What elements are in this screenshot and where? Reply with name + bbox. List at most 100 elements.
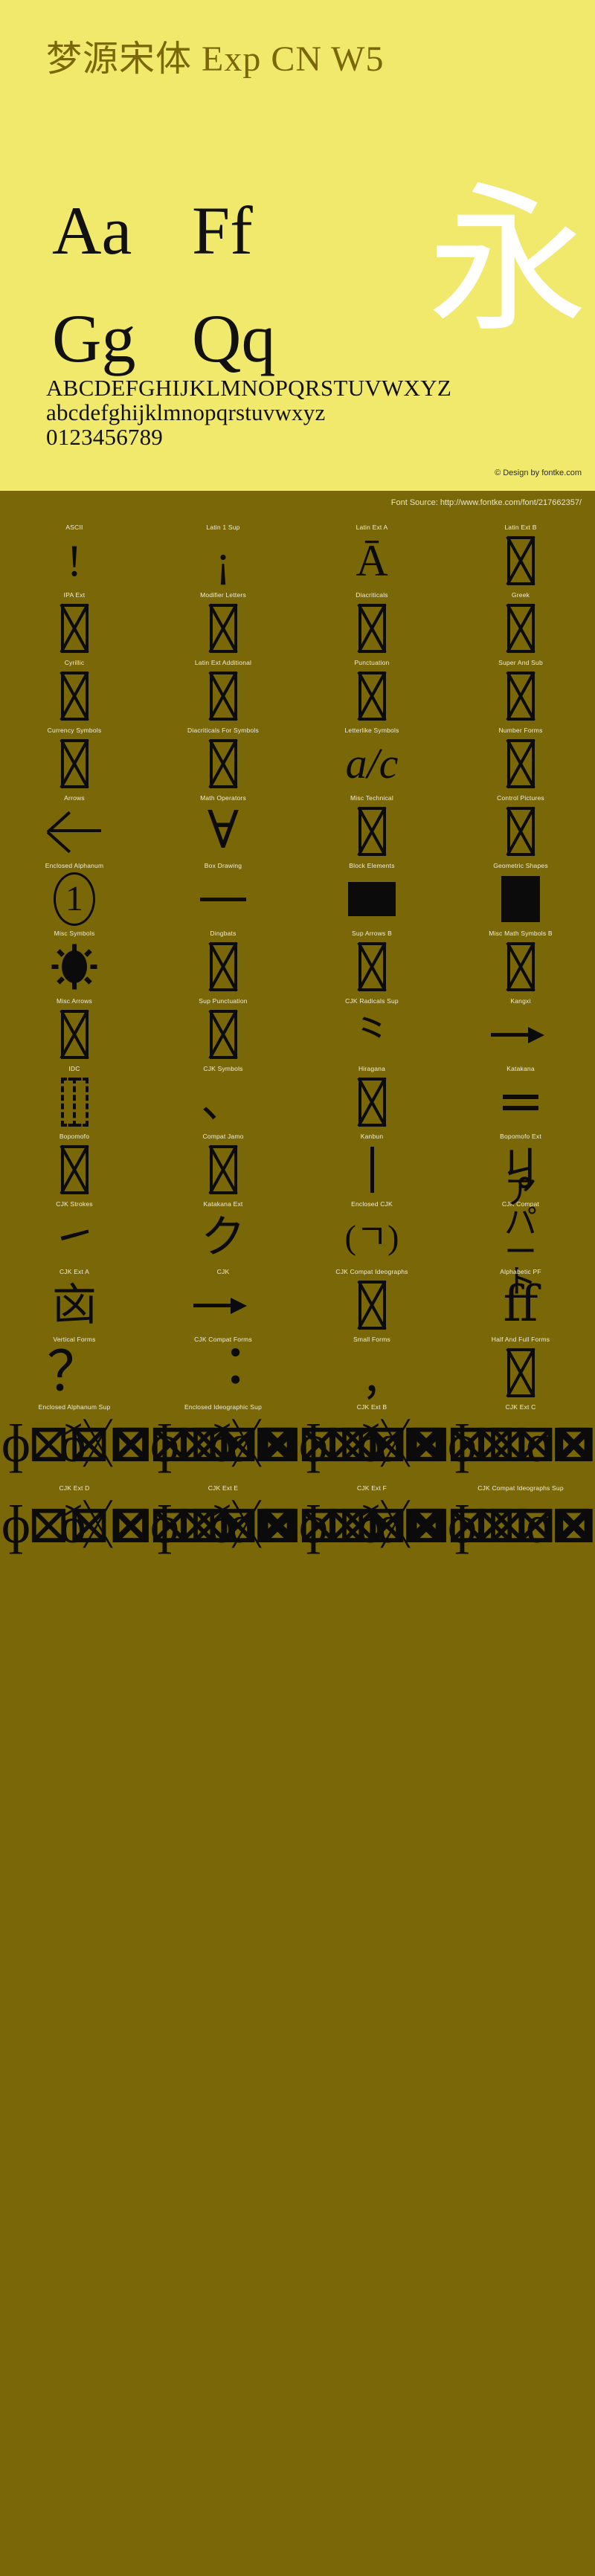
unicode-block-cell[interactable]: Latin Ext A Ā [298, 522, 446, 590]
unicode-block-cell[interactable]: CJK Compat Ideographs Sup ðᚷ⊠ɸ⊠⊠⊠⊠⊠ɑ⊠ [357, 1483, 595, 1564]
unicode-block-cell[interactable]: Misc Math Symbols B [446, 928, 595, 996]
unicode-block-cell[interactable]: Diacriticals [298, 590, 446, 657]
unicode-block-label: Enclosed CJK [351, 1200, 393, 1208]
block-sample-glyph [446, 532, 595, 590]
unicode-block-cell[interactable]: Greek [446, 590, 595, 657]
unicode-block-cell[interactable]: Enclosed CJK (ㄱ) [298, 1199, 446, 1266]
alphabet-block: ABCDEFGHIJKLMNOPQRSTUVWXYZ abcdefghijklm… [46, 376, 451, 449]
unicode-block-cell[interactable]: CJK Compat Ideographs [298, 1266, 446, 1334]
unicode-block-label: Misc Symbols [54, 930, 95, 937]
block-sample-glyph: ク [149, 1208, 298, 1266]
unicode-block-label: Letterlike Symbols [344, 727, 399, 734]
unicode-block-cell[interactable]: Misc Arrows [0, 996, 149, 1063]
notdef-box-icon [209, 739, 237, 788]
unicode-block-cell[interactable]: Letterlike Symbols a/c [298, 725, 446, 793]
unicode-block-row: Cyrillic Latin Ext Additional Punctuation S… [0, 657, 595, 725]
unicode-block-cell[interactable]: Latin Ext B [446, 522, 595, 590]
unicode-block-cell[interactable]: Punctuation [298, 657, 446, 725]
unicode-block-cell[interactable]: Diacriticals For Symbols [149, 725, 298, 793]
unicode-block-cell[interactable]: Small Forms ﹐ [298, 1334, 446, 1402]
block-sample-glyph [298, 1276, 446, 1334]
unicode-block-cell[interactable]: Dingbats [149, 928, 298, 996]
unicode-block-cell[interactable]: Super And Sub [446, 657, 595, 725]
unicode-block-cell[interactable]: Sup Punctuation [149, 996, 298, 1063]
unicode-block-cell[interactable]: CJK Strokes ㇀ [0, 1199, 149, 1266]
unicode-block-label: CJK Ext C [505, 1403, 536, 1411]
unicode-block-cell[interactable]: Hiragana [298, 1063, 446, 1131]
sample-glyph: ¡ [216, 536, 231, 585]
block-sample-glyph [446, 1073, 595, 1131]
block-sample-glyph [0, 735, 149, 793]
unicode-block-cell[interactable]: Enclosed Alphanum 1 [0, 860, 149, 928]
notdef-box-icon [60, 1010, 89, 1059]
notdef-box-icon [60, 672, 89, 721]
unicode-block-cell[interactable]: Katakana [446, 1063, 595, 1131]
cjk-sample-glyph: 、 [201, 1078, 245, 1127]
unicode-block-cell[interactable]: Cyrillic [0, 657, 149, 725]
unicode-block-label: Diacriticals For Symbols [187, 727, 259, 734]
block-sample-glyph: ðᚷ⊠ɸ⊠⊠⊠⊠⊠ɑ⊠ [357, 1493, 595, 1564]
block-sample-glyph: 㐫 [0, 1276, 149, 1334]
unicode-block-cell[interactable]: Latin 1 Sup ¡ [149, 522, 298, 590]
unicode-block-cell[interactable]: Modifier Letters [149, 590, 298, 657]
unicode-block-cell[interactable]: Bopomofo [0, 1131, 149, 1199]
unicode-block-cell[interactable]: Box Drawing [149, 860, 298, 928]
cjk-sample-glyph: 㐫 [52, 1281, 97, 1330]
sample-glyph-cjk-yong: 永 [428, 173, 588, 351]
unicode-block-label: Kanbun [360, 1133, 384, 1140]
unicode-block-cell[interactable]: CJK Symbols 、 [149, 1063, 298, 1131]
unicode-block-cell[interactable]: Currency Symbols [0, 725, 149, 793]
block-sample-glyph [446, 599, 595, 657]
notdef-box-icon [358, 672, 386, 721]
notdef-box-icon [358, 604, 386, 653]
block-sample-glyph [446, 802, 595, 860]
unicode-block-cell[interactable]: Vertical Forms？ [0, 1334, 149, 1402]
unicode-block-cell[interactable]: IDC [0, 1063, 149, 1131]
unicode-block-label: CJK Compat Ideographs [335, 1268, 408, 1275]
block-sample-glyph [446, 1344, 595, 1402]
unicode-block-cell[interactable]: Geometric Shapes [446, 860, 595, 928]
unicode-block-cell[interactable]: CJK Compat アパート [446, 1176, 595, 1298]
unicode-block-cell[interactable]: Misc Technical [298, 793, 446, 860]
unicode-block-cell[interactable]: Kanbun [298, 1131, 446, 1199]
unicode-block-cell[interactable]: Kangxi [446, 996, 595, 1063]
unicode-block-cell[interactable]: CJK Compat Forms ︓ [149, 1334, 298, 1402]
unicode-block-cell[interactable]: CJK Ext C ðᚷ⊠ɸ⊠⊠⊠⊠⊠ɑ⊠ [357, 1402, 595, 1483]
notdef-box-icon [358, 942, 386, 991]
notdef-box-icon [358, 1281, 386, 1330]
unicode-block-cell[interactable]: Latin Ext Additional [149, 657, 298, 725]
unicode-block-cell[interactable]: Compat Jamo [149, 1131, 298, 1199]
unicode-block-cell[interactable]: CJK [149, 1266, 298, 1334]
unicode-block-cell[interactable]: Arrows [0, 793, 149, 860]
unicode-block-row: ASCII! Latin 1 Sup ¡ Latin Ext A Ā Latin Ext … [0, 522, 595, 590]
unicode-block-label: Katakana Ext [203, 1200, 243, 1208]
unicode-block-label: Number Forms [498, 727, 543, 734]
vertical-stroke-icon [370, 1147, 374, 1193]
block-sample-glyph [149, 735, 298, 793]
unicode-block-cell[interactable]: Block Elements [298, 860, 446, 928]
unicode-block-cell[interactable]: Katakana Ext ク [149, 1199, 298, 1266]
unicode-block-cell[interactable]: IPA Ext [0, 590, 149, 657]
unicode-block-label: Geometric Shapes [493, 862, 548, 869]
idc-dashed-box-icon [60, 1078, 89, 1127]
unicode-block-cell[interactable]: Alphabetic PF ﬀ [446, 1266, 595, 1334]
unicode-block-label: Enclosed Alphanum [45, 862, 104, 869]
block-sample-glyph: ⺀ [298, 1005, 446, 1063]
notdef-box-icon [209, 604, 237, 653]
unicode-block-cell[interactable]: CJK Radicals Sup ⺀ [298, 996, 446, 1063]
font-source-link[interactable]: Font Source: http://www.fontke.com/font/… [391, 498, 582, 507]
unicode-block-cell[interactable]: Misc Symbols [0, 928, 149, 996]
unicode-block-cell[interactable]: Control Pictures [446, 793, 595, 860]
specimen-header: 梦源宋体 Exp CN W5 Aa Ff Gg Qq 永 ABCDEFGHIJK… [0, 0, 595, 491]
unicode-block-row: Currency Symbols Diacriticals For Symbols… [0, 725, 595, 793]
block-sample-glyph: ! [0, 532, 149, 590]
unicode-block-cell[interactable]: Number Forms [446, 725, 595, 793]
unicode-block-cell[interactable]: ASCII! [0, 522, 149, 590]
unicode-block-cell[interactable]: CJK Ext A 㐫 [0, 1266, 149, 1334]
unicode-block-cell[interactable]: Sup Arrows B [298, 928, 446, 996]
notdef-box-icon [506, 672, 535, 721]
unicode-block-cell[interactable]: Math Operators ∀ [149, 793, 298, 860]
unicode-block-cell[interactable]: Half And Full Forms [446, 1334, 595, 1402]
block-sample-glyph [446, 938, 595, 996]
unicode-block-label: Diacriticals [356, 591, 388, 599]
